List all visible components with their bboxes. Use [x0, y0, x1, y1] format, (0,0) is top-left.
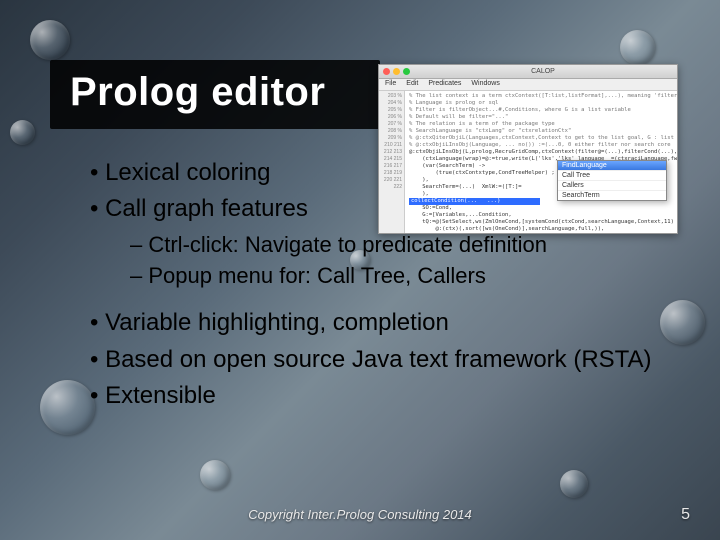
menu-predicates: Predicates	[428, 80, 461, 89]
context-popup: FindLanguage Call Tree Callers SearchTer…	[557, 160, 667, 201]
close-icon	[383, 68, 390, 75]
editor-screenshot: CALOP File Edit Predicates Windows 203 %…	[378, 64, 678, 234]
copyright-footer: Copyright Inter.Prolog Consulting 2014	[0, 507, 720, 522]
sub-bullet: Ctrl-click: Navigate to predicate defini…	[130, 230, 660, 260]
menu-windows: Windows	[471, 80, 499, 89]
title-container: Prolog editor	[50, 60, 380, 129]
menu-edit: Edit	[406, 80, 418, 89]
slide-title: Prolog editor	[70, 70, 360, 115]
page-number: 5	[681, 506, 690, 524]
popup-item: Callers	[558, 180, 666, 190]
popup-header: FindLanguage	[558, 161, 666, 170]
popup-item: SearchTerm	[558, 190, 666, 200]
bullet: Variable highlighting, completion	[90, 307, 660, 339]
bullet: Extensible	[90, 380, 660, 412]
slide: Prolog editor CALOP File Edit Predicates…	[0, 0, 720, 540]
menu-file: File	[385, 80, 396, 89]
menubar: File Edit Predicates Windows	[379, 79, 677, 91]
sub-bullet: Popup menu for: Call Tree, Callers	[130, 261, 660, 291]
window-title: CALOP	[413, 68, 673, 75]
bullet: Based on open source Java text framework…	[90, 344, 660, 376]
minimize-icon	[393, 68, 400, 75]
popup-item: Call Tree	[558, 170, 666, 180]
zoom-icon	[403, 68, 410, 75]
line-gutter: 203 % 204 % 205 % 206 % 207 % 208 % 209 …	[379, 91, 405, 233]
highlighted-line: collectCondition(... ...)	[409, 198, 540, 205]
window-titlebar: CALOP	[379, 65, 677, 79]
